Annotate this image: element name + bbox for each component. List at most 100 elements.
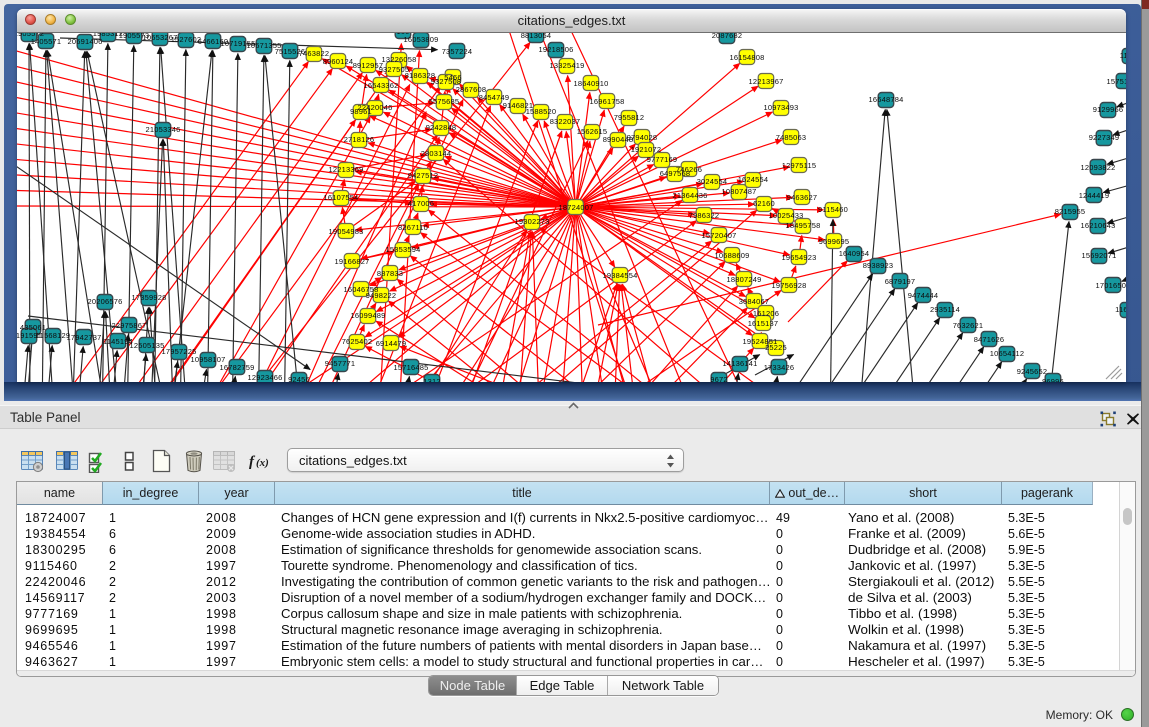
svg-text:19054983: 19054983 [329,227,364,236]
svg-text:16543362: 16543362 [364,81,399,90]
svg-text:15720407: 15720407 [702,231,737,240]
svg-text:13226058: 13226058 [382,55,417,64]
svg-text:18807249: 18807249 [727,275,762,284]
svg-text:1312: 1312 [423,377,441,382]
svg-text:10654112: 10654112 [990,349,1024,358]
svg-text:12213967: 12213967 [749,77,784,86]
svg-text:18640910: 18640910 [574,79,609,88]
svg-text:9457771: 9457771 [325,359,356,368]
svg-text:2935114: 2935114 [930,305,960,314]
svg-text:21364436: 21364436 [673,191,708,200]
svg-text:14136141: 14136141 [723,359,758,368]
svg-text:9129966: 9129966 [1093,105,1124,114]
svg-text:12505135: 12505135 [130,341,165,350]
svg-text:22975867: 22975867 [112,321,147,330]
svg-text:9245652: 9245652 [1017,367,1048,376]
svg-text:16154808: 16154808 [730,53,765,62]
svg-text:1733426: 1733426 [764,363,795,372]
svg-text:1405571: 1405571 [31,37,62,46]
svg-text:8322037: 8322037 [550,117,581,126]
svg-text:7632621: 7632621 [953,321,984,330]
svg-text:10688609: 10688609 [715,251,750,260]
svg-text:9498222: 9498222 [366,291,397,300]
svg-text:17942737: 17942737 [67,333,102,342]
svg-text:16099489: 16099489 [351,311,386,320]
svg-text:9463627: 9463627 [787,193,818,202]
svg-text:2087682: 2087682 [712,33,743,40]
svg-text:16210643: 16210643 [1081,221,1116,230]
svg-text:17359928: 17359928 [132,293,167,302]
svg-text:7955812: 7955812 [614,113,645,122]
svg-text:16053809: 16053809 [404,35,439,44]
svg-text:7986322: 7986322 [689,211,720,220]
svg-text:9777169: 9777169 [647,155,678,164]
svg-text:3024554: 3024554 [697,177,728,186]
svg-text:8267110: 8267110 [398,223,428,232]
svg-text:17016504: 17016504 [1096,281,1126,290]
svg-text:6497568: 6497568 [660,169,691,178]
svg-text:f: f [249,454,256,470]
svg-text:9227349: 9227349 [1089,133,1120,142]
svg-text:15353594: 15353594 [386,245,421,254]
svg-text:7625402: 7625402 [342,337,373,346]
svg-text:10025433: 10025433 [769,211,804,220]
svg-text:5575685: 5575685 [429,97,460,106]
svg-text:19654923: 19654923 [782,253,817,262]
svg-text:18495758: 18495758 [786,221,821,230]
svg-text:19218506: 19218506 [539,45,574,54]
svg-text:6879197: 6879197 [885,277,916,286]
svg-text:1615137: 1615137 [748,319,779,328]
svg-text:7357224: 7357224 [442,47,473,56]
svg-text:15692071: 15692071 [1082,251,1117,260]
svg-text:92456: 92456 [288,375,310,382]
svg-text:11568129: 11568129 [36,331,70,340]
svg-text:98961: 98961 [350,107,372,116]
svg-text:12093822: 12093822 [1081,163,1116,172]
svg-text:10973493: 10973493 [764,103,799,112]
svg-text:2718126: 2718126 [344,135,375,144]
svg-text:20206576: 20206576 [88,297,123,306]
svg-text:19756928: 19756928 [772,281,807,290]
svg-text:1624554: 1624554 [738,175,769,184]
svg-text:20691406: 20691406 [68,37,103,46]
svg-text:9427512: 9427512 [408,171,439,180]
svg-text:16648784: 16648784 [869,95,904,104]
svg-text:6914479: 6914479 [376,339,407,348]
svg-text:12975115: 12975115 [782,161,816,170]
svg-text:1588520: 1588520 [526,107,557,116]
svg-text:9115460: 9115460 [818,205,848,214]
svg-text:96996: 96996 [1042,377,1064,382]
svg-text:19384554: 19384554 [603,271,638,280]
svg-text:116753: 116753 [1115,305,1126,314]
svg-text:12923466: 12923466 [248,373,283,382]
svg-text:9242848: 9242848 [426,123,457,132]
svg-text:15716485: 15716485 [394,363,429,372]
svg-text:8215955: 8215955 [1055,207,1086,216]
svg-text:8938923: 8938923 [863,261,894,270]
svg-text:11121: 11121 [1120,51,1126,60]
svg-text:8471626: 8471626 [974,335,1005,344]
svg-text:887833: 887833 [377,269,403,278]
svg-text:15751074: 15751074 [1107,77,1126,86]
svg-text:25225: 25225 [765,343,787,352]
svg-text:8960124: 8960124 [323,57,354,66]
svg-text:(x): (x) [256,457,269,469]
svg-text:8813054: 8813054 [521,33,552,40]
svg-text:12213369: 12213369 [329,165,364,174]
svg-text:7485063: 7485063 [776,133,807,142]
svg-text:18724007: 18724007 [559,203,594,212]
svg-text:19166827: 19166827 [335,257,370,266]
svg-text:13325419: 13325419 [550,61,585,70]
svg-text:9474444: 9474444 [908,291,939,300]
svg-text:9794028: 9794028 [627,133,658,142]
svg-text:1921072: 1921072 [631,145,662,154]
svg-text:161206: 161206 [753,309,779,318]
svg-text:1640954: 1640954 [839,249,870,258]
svg-text:10807487: 10807487 [722,187,757,196]
svg-text:1244419: 1244419 [1079,191,1110,200]
svg-text:3684067: 3684067 [739,297,770,306]
svg-text:2803144: 2803144 [421,149,452,158]
svg-text:16107554: 16107554 [324,193,359,202]
svg-text:417006: 417006 [408,199,434,208]
svg-text:9699695: 9699695 [819,237,850,246]
